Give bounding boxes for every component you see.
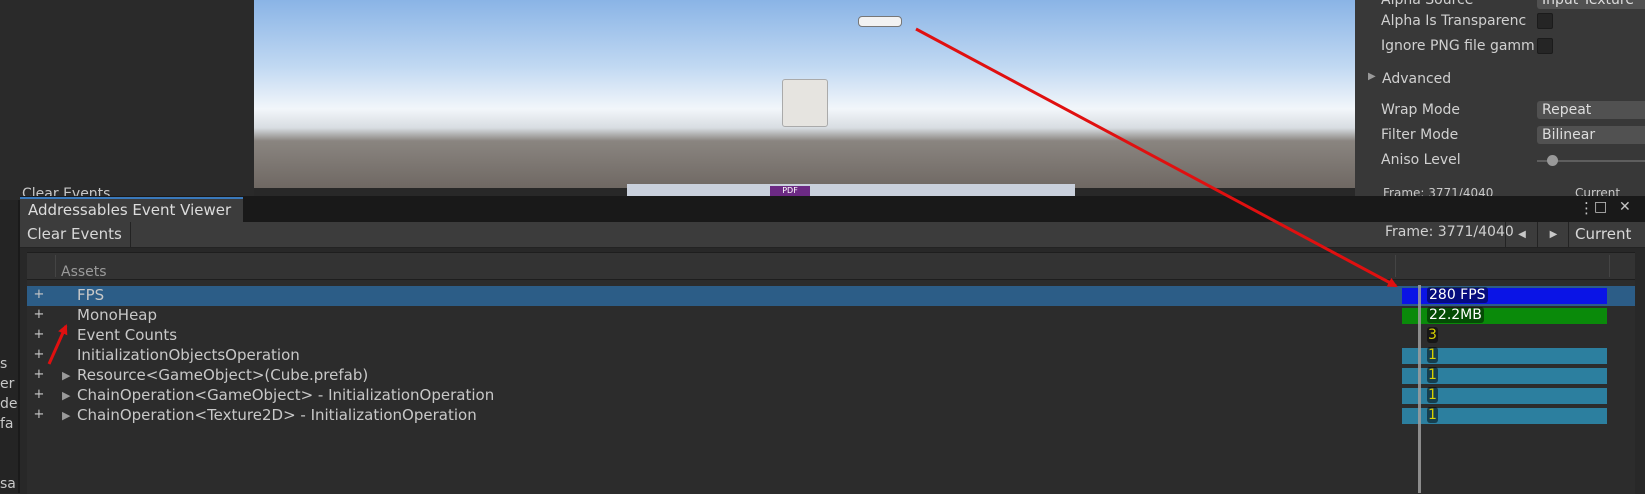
annotation-arrows <box>47 27 1398 365</box>
annotation-arrow-to-fps <box>915 27 1398 288</box>
annotation-arrow-to-monoheap <box>47 324 68 365</box>
